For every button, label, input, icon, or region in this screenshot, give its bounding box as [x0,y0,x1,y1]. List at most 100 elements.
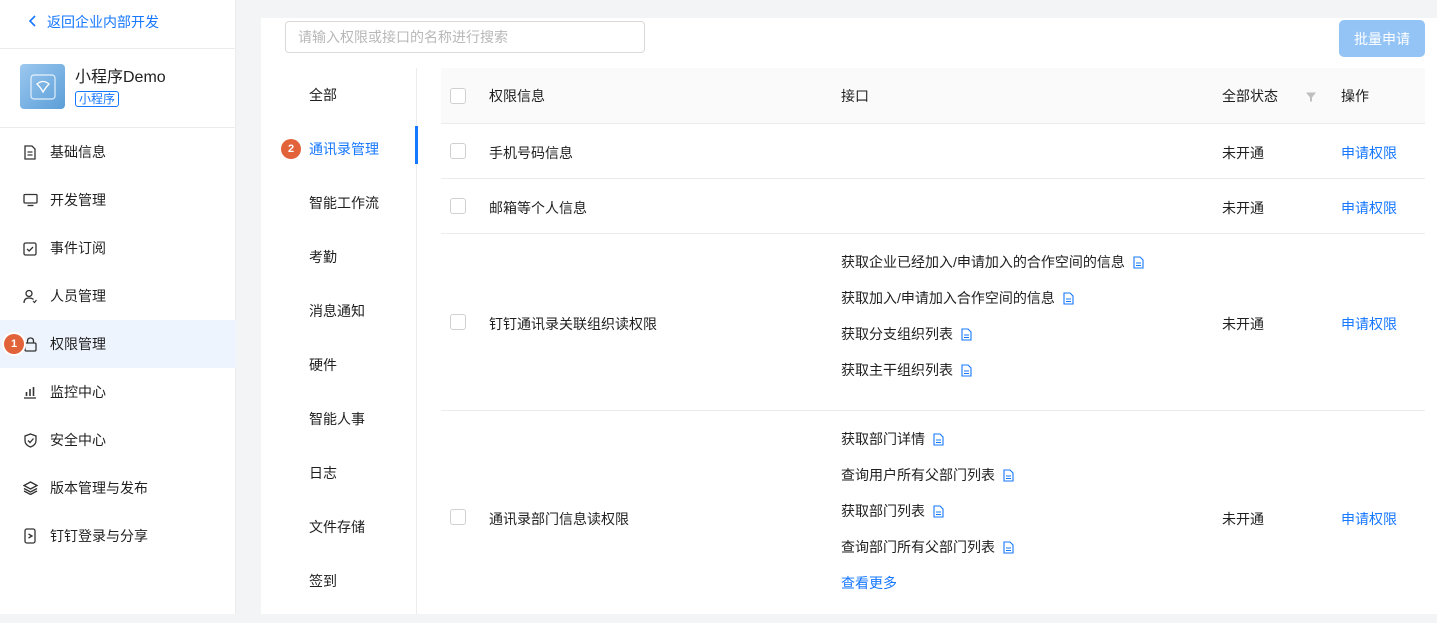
doc-link-icon[interactable] [961,363,972,377]
table-header: 权限信息 接口 全部状态 操作 [441,68,1425,124]
sidebar-item-login-share[interactable]: 钉钉登录与分享 [0,512,236,560]
permission-name: 通讯录部门信息读权限 [489,511,629,527]
permission-name: 邮箱等个人信息 [489,200,587,216]
category-hr[interactable]: 智能人事 [285,392,417,446]
category-all[interactable]: 全部 [285,68,417,122]
document-icon [22,144,38,160]
layers-icon [22,480,38,496]
chevron-left-icon [28,15,37,29]
api-item: 查询用户所有父部门列表 [841,457,1014,493]
row-checkbox[interactable] [450,143,466,159]
doc-link-icon[interactable] [933,504,944,518]
apply-permission-link[interactable]: 申请权限 [1341,143,1397,163]
row-checkbox[interactable] [450,198,466,214]
header-action: 操作 [1341,87,1369,104]
permission-name: 钉钉通讯录关联组织读权限 [489,316,657,332]
divider [0,48,236,49]
status-text: 未开通 [1222,511,1264,527]
category-label: 通讯录管理 [309,141,379,157]
table-row: 邮箱等个人信息 未开通 申请权限 [441,179,1425,234]
sidebar: 返回企业内部开发 小程序Demo 小程序 基础信息 开发管理 事件订阅 人员管理… [0,0,236,614]
api-item: 获取部门列表 [841,493,1014,529]
api-item: 获取部门详情 [841,421,1014,457]
permission-name: 手机号码信息 [489,145,573,161]
sidebar-item-label: 人员管理 [50,288,106,304]
row-checkbox[interactable] [450,509,466,525]
category-notifications[interactable]: 消息通知 [285,284,417,338]
api-name: 获取部门详情 [841,431,925,447]
api-name: 获取主干组织列表 [841,362,953,378]
api-list: 获取企业已经加入/申请加入的合作空间的信息 获取加入/申请加入合作空间的信息 获… [841,244,1144,388]
batch-apply-button[interactable]: 批量申请 [1339,20,1425,57]
api-item: 获取企业已经加入/申请加入的合作空间的信息 [841,244,1144,280]
sidebar-item-label: 监控中心 [50,384,106,400]
apply-permission-link[interactable]: 申请权限 [1341,198,1397,218]
back-link[interactable]: 返回企业内部开发 [28,12,159,32]
header-status: 全部状态 [1222,87,1278,104]
search-input[interactable] [285,21,645,53]
sidebar-item-versions[interactable]: 版本管理与发布 [0,464,236,512]
row-checkbox[interactable] [450,314,466,330]
doc-link-icon[interactable] [933,432,944,446]
doc-link-icon[interactable] [1003,540,1014,554]
sidebar-item-personnel[interactable]: 人员管理 [0,272,236,320]
sidebar-item-dev-management[interactable]: 开发管理 [0,176,236,224]
doc-link-icon[interactable] [1133,255,1144,269]
category-logs[interactable]: 日志 [285,446,417,500]
category-file-storage[interactable]: 文件存储 [285,500,417,554]
doc-link-icon[interactable] [961,327,972,341]
sidebar-item-event-subscription[interactable]: 事件订阅 [0,224,236,272]
sidebar-item-label: 权限管理 [50,336,106,352]
doc-link-icon[interactable] [1063,291,1074,305]
api-item: 获取加入/申请加入合作空间的信息 [841,280,1144,316]
lock-icon [22,336,38,352]
sidebar-item-label: 开发管理 [50,192,106,208]
category-contacts[interactable]: 2 通讯录管理 [281,122,418,176]
select-all-checkbox[interactable] [450,88,466,104]
step-badge: 2 [281,139,301,159]
category-list: 全部 2 通讯录管理 智能工作流 考勤 消息通知 硬件 智能人事 日志 文件存储… [281,68,418,614]
sidebar-item-monitoring[interactable]: 监控中心 [0,368,236,416]
category-attendance[interactable]: 考勤 [285,230,417,284]
header-permission: 权限信息 [489,87,545,104]
api-name: 获取分支组织列表 [841,326,953,342]
apply-permission-link[interactable]: 申请权限 [1341,509,1397,529]
doc-link-icon[interactable] [1003,468,1014,482]
api-item: 查询部门所有父部门列表 [841,529,1014,565]
permissions-panel: 批量申请 全部 2 通讯录管理 智能工作流 考勤 消息通知 硬件 智能人事 日志… [261,18,1437,614]
sidebar-item-permissions[interactable]: 1 权限管理 [0,320,236,368]
table-row: 手机号码信息 未开通 申请权限 [441,124,1425,179]
sidebar-item-label: 版本管理与发布 [50,480,148,496]
step-badge: 1 [4,334,24,354]
view-more-link[interactable]: 查看更多 [841,565,1014,601]
sidebar-item-basic-info[interactable]: 基础信息 [0,128,236,176]
back-label: 返回企业内部开发 [47,14,159,30]
api-item: 获取主干组织列表 [841,352,1144,388]
sidebar-item-label: 基础信息 [50,144,106,160]
status-text: 未开通 [1222,200,1264,216]
api-name: 获取部门列表 [841,503,925,519]
category-check-in[interactable]: 签到 [285,554,417,608]
filter-icon[interactable] [1305,90,1317,102]
app-card: 小程序Demo 小程序 [20,64,166,109]
category-hardware[interactable]: 硬件 [285,338,417,392]
bar-chart-icon [22,384,38,400]
api-name: 查询用户所有父部门列表 [841,467,995,483]
sidebar-item-label: 事件订阅 [50,240,106,256]
category-workflow[interactable]: 智能工作流 [285,176,417,230]
monitor-icon [22,192,38,208]
sidebar-item-security[interactable]: 安全中心 [0,416,236,464]
app-type-tag: 小程序 [75,90,120,107]
status-text: 未开通 [1222,145,1264,161]
apply-permission-link[interactable]: 申请权限 [1341,314,1397,334]
shield-icon [22,432,38,448]
calendar-check-icon [22,240,38,256]
table-row: 钉钉通讯录关联组织读权限 获取企业已经加入/申请加入的合作空间的信息 获取加入/… [441,234,1425,411]
active-indicator [415,126,418,164]
header-api: 接口 [841,87,869,104]
sidebar-item-label: 安全中心 [50,432,106,448]
app-logo [20,64,65,109]
sidebar-nav: 基础信息 开发管理 事件订阅 人员管理 1 权限管理 监控中心 安全中心 版本管… [0,128,236,560]
table-row: 通讯录部门信息读权限 获取部门详情 查询用户所有父部门列表 获取部门列表 查询部… [441,411,1425,623]
api-name: 查询部门所有父部门列表 [841,539,995,555]
